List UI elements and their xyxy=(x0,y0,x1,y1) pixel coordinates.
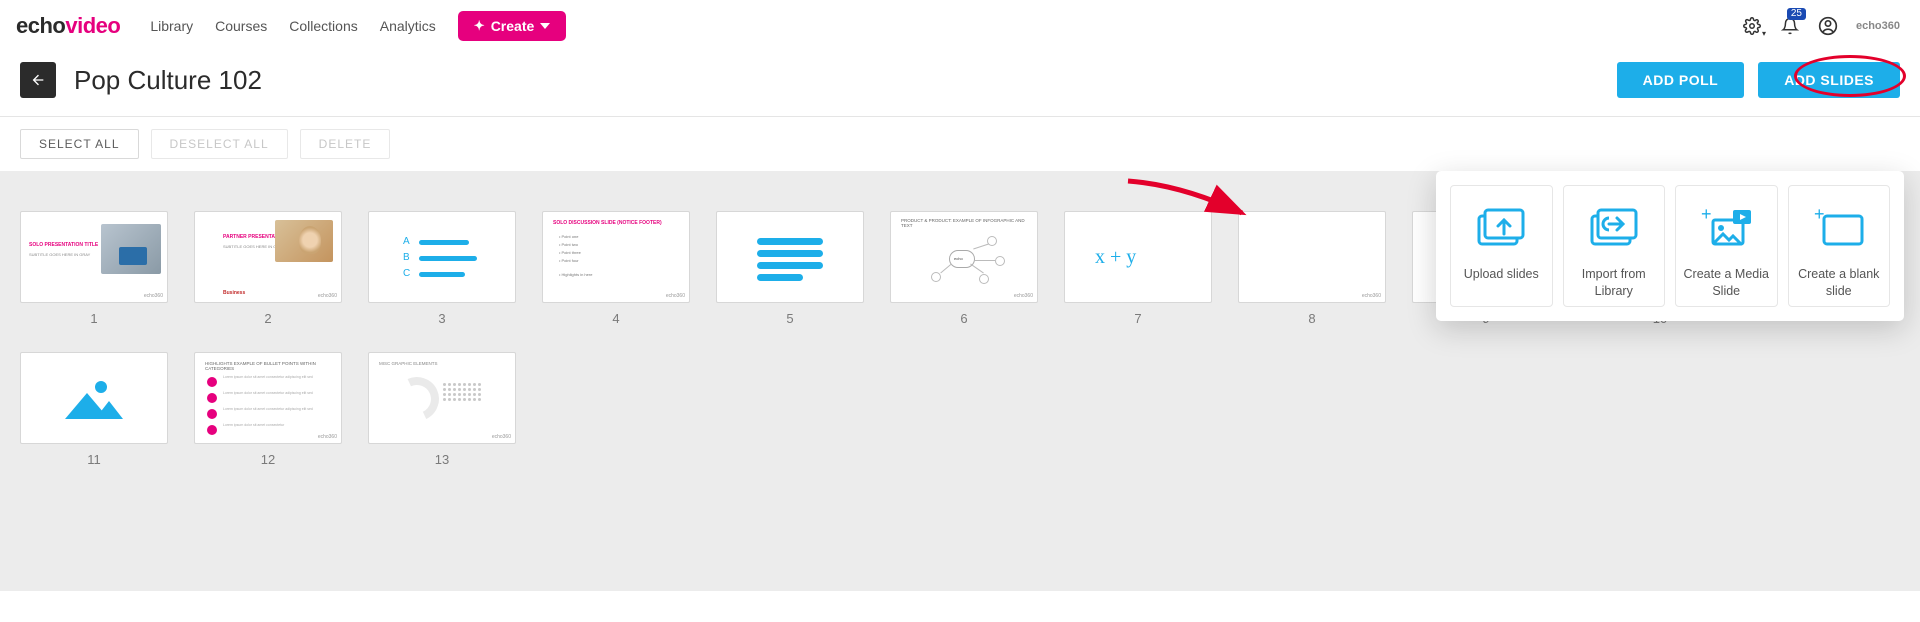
logo-video: video xyxy=(65,13,120,38)
back-button[interactable] xyxy=(20,62,56,98)
slide-number: 2 xyxy=(194,311,342,326)
blank-slide-icon: + xyxy=(1793,200,1886,256)
create-label: Create xyxy=(491,18,535,34)
create-button[interactable]: ✦ Create xyxy=(458,11,567,41)
logo-echo: echo xyxy=(16,13,65,38)
brand-badge: echo360 xyxy=(1856,20,1900,32)
slide-thumbnail[interactable]: HIGHLIGHTS EXAMPLE OF BULLET POINTS WITH… xyxy=(194,352,342,467)
upload-slides-option[interactable]: Upload slides xyxy=(1450,185,1553,307)
slide-thumbnail[interactable]: 5 xyxy=(716,211,864,326)
slide-preview: PARTNER PRESENTATION TITLE SUBTITLE GOES… xyxy=(194,211,342,303)
media-label: Create a Media Slide xyxy=(1680,266,1773,300)
topbar-right: ▾ 25 echo360 xyxy=(1742,16,1900,36)
svg-text:+: + xyxy=(1701,206,1712,224)
logo[interactable]: echovideo xyxy=(16,13,120,39)
add-poll-button[interactable]: ADD POLL xyxy=(1617,62,1745,98)
slide-number: 1 xyxy=(20,311,168,326)
page-title: Pop Culture 102 xyxy=(74,65,262,96)
nav-courses[interactable]: Courses xyxy=(215,18,267,34)
nav-links: Library Courses Collections Analytics xyxy=(150,18,435,34)
slide-number: 6 xyxy=(890,311,1038,326)
delete-button[interactable]: DELETE xyxy=(300,129,391,159)
create-blank-option[interactable]: + Create a blank slide xyxy=(1788,185,1891,307)
notification-badge: 25 xyxy=(1787,8,1806,20)
slide-thumbnail[interactable]: echo360 8 xyxy=(1238,211,1386,326)
title-actions: ADD POLL ADD SLIDES xyxy=(1617,62,1900,98)
import-label: Import from Library xyxy=(1568,266,1661,300)
gear-icon[interactable]: ▾ xyxy=(1742,16,1762,36)
slide-preview: echo360 xyxy=(1238,211,1386,303)
slide-number: 3 xyxy=(368,311,516,326)
titlebar: Pop Culture 102 ADD POLL ADD SLIDES xyxy=(0,52,1920,117)
slide-thumbnail[interactable]: 11 xyxy=(20,352,168,467)
slide-thumbnail[interactable]: PARTNER PRESENTATION TITLE SUBTITLE GOES… xyxy=(194,211,342,326)
create-media-option[interactable]: + Create a Media Slide xyxy=(1675,185,1778,307)
topbar: echovideo Library Courses Collections An… xyxy=(0,0,1920,52)
selection-toolbar: SELECT ALL DESELECT ALL DELETE xyxy=(0,117,1920,171)
profile-icon[interactable] xyxy=(1818,16,1838,36)
slide-preview: PRODUCT & PRODUCT: EXAMPLE OF INFOGRAPHI… xyxy=(890,211,1038,303)
chevron-down-icon: ▾ xyxy=(1762,29,1766,38)
slide-preview: MISC GRAPHIC ELEMENTS echo360 xyxy=(368,352,516,444)
media-slide-icon: + xyxy=(1680,200,1773,256)
nav-library[interactable]: Library xyxy=(150,18,193,34)
nav-analytics[interactable]: Analytics xyxy=(380,18,436,34)
slide-thumbnail[interactable]: SOLO PRESENTATION TITLE SUBTITLE GOES HE… xyxy=(20,211,168,326)
slide-number: 13 xyxy=(368,452,516,467)
slide-thumbnail[interactable]: PRODUCT & PRODUCT: EXAMPLE OF INFOGRAPHI… xyxy=(890,211,1038,326)
slide-preview: HIGHLIGHTS EXAMPLE OF BULLET POINTS WITH… xyxy=(194,352,342,444)
slide-preview: x + y xyxy=(1064,211,1212,303)
slide-number: 4 xyxy=(542,311,690,326)
slide-preview: A B C xyxy=(368,211,516,303)
add-slides-button[interactable]: ADD SLIDES xyxy=(1758,62,1900,98)
upload-label: Upload slides xyxy=(1455,266,1548,283)
slide-preview: SOLO PRESENTATION TITLE SUBTITLE GOES HE… xyxy=(20,211,168,303)
slide-thumbnail[interactable]: SOLO DISCUSSION SLIDE (NOTICE FOOTER) • … xyxy=(542,211,690,326)
import-library-option[interactable]: Import from Library xyxy=(1563,185,1666,307)
select-all-button[interactable]: SELECT ALL xyxy=(20,129,139,159)
slide-preview xyxy=(20,352,168,444)
slides-canvas: Upload slides Import from Library + Crea… xyxy=(0,171,1920,591)
slide-thumbnail[interactable]: A B C 3 xyxy=(368,211,516,326)
chevron-down-icon xyxy=(540,23,550,29)
slide-preview: SOLO DISCUSSION SLIDE (NOTICE FOOTER) • … xyxy=(542,211,690,303)
import-icon xyxy=(1568,200,1661,256)
slide-thumbnail[interactable]: MISC GRAPHIC ELEMENTS echo360 13 xyxy=(368,352,516,467)
deselect-all-button[interactable]: DESELECT ALL xyxy=(151,129,288,159)
bell-icon[interactable]: 25 xyxy=(1780,16,1800,36)
slide-number: 11 xyxy=(20,452,168,467)
slide-number: 12 xyxy=(194,452,342,467)
blank-label: Create a blank slide xyxy=(1793,266,1886,300)
slide-number: 7 xyxy=(1064,311,1212,326)
slide-thumbnail[interactable]: x + y 7 xyxy=(1064,211,1212,326)
slide-number: 8 xyxy=(1238,311,1386,326)
upload-icon xyxy=(1455,200,1548,256)
wand-icon: ✦ xyxy=(474,18,485,34)
add-slides-dropdown: Upload slides Import from Library + Crea… xyxy=(1436,171,1904,321)
slide-preview xyxy=(716,211,864,303)
slide-number: 5 xyxy=(716,311,864,326)
nav-collections[interactable]: Collections xyxy=(289,18,357,34)
